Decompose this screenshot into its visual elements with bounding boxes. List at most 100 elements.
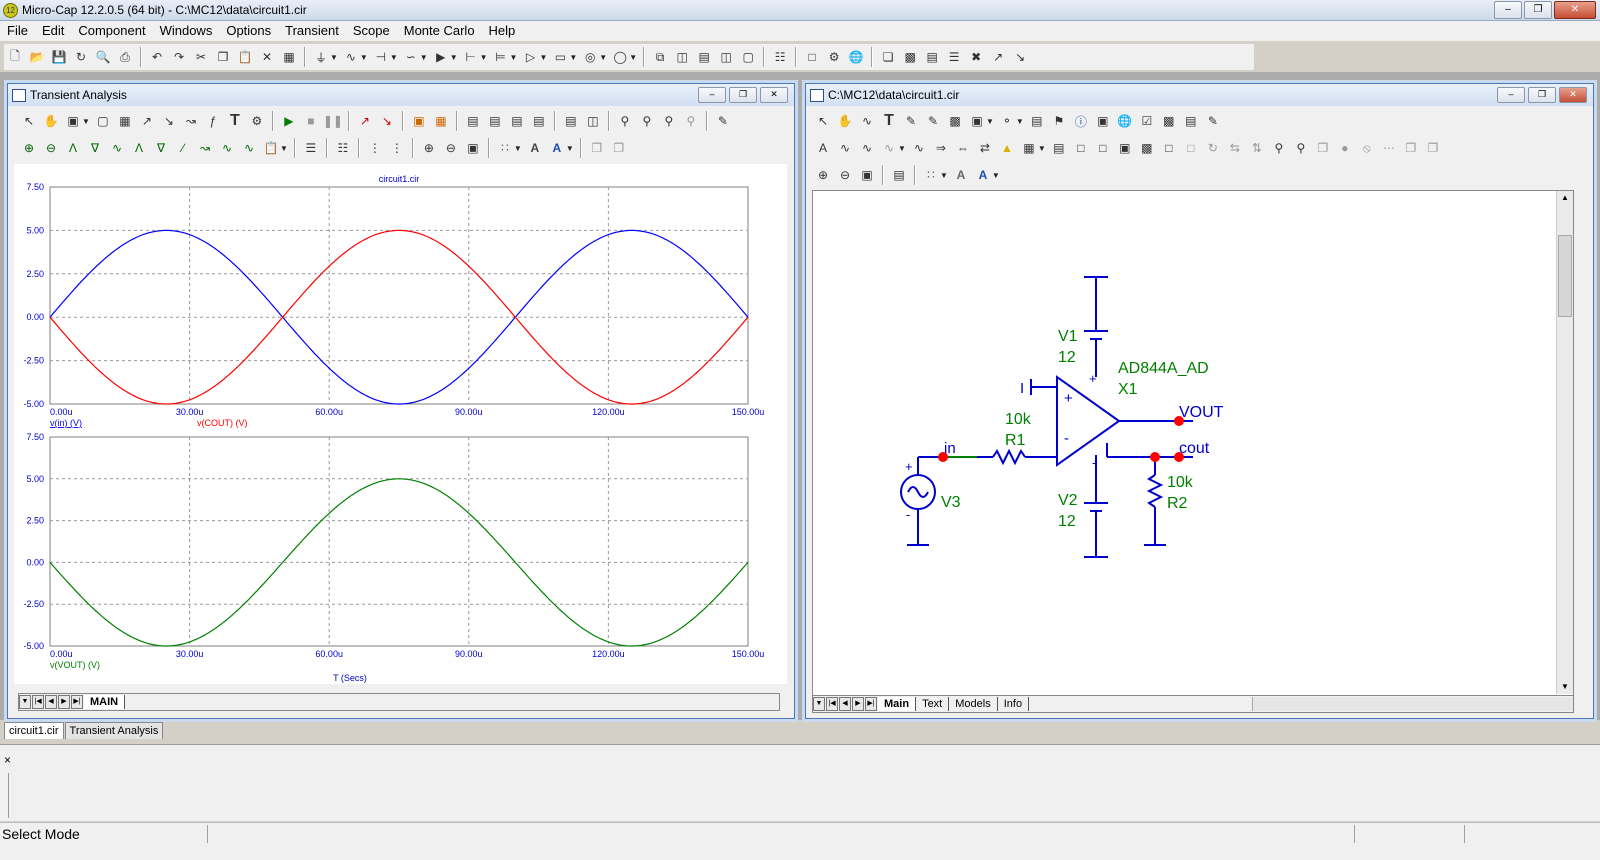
print-preview-icon[interactable]: 🔍	[94, 48, 112, 66]
capacitor-icon[interactable]: ⊣	[372, 48, 390, 66]
warning-icon[interactable]: ▲	[998, 139, 1016, 157]
pause-icon[interactable]: ❚❚	[323, 112, 343, 130]
transient-restore-button[interactable]: ❐	[729, 87, 757, 103]
ground-icon[interactable]: ⏚	[312, 48, 330, 66]
grid-dots-icon[interactable]: ∷	[922, 166, 940, 184]
globe-icon[interactable]: 🌐	[1116, 112, 1134, 130]
source-icon[interactable]: ◎	[581, 48, 599, 66]
data-points-icon[interactable]: ⋮	[366, 139, 384, 157]
tab-schematic-main[interactable]: Main	[878, 697, 917, 711]
component-icon[interactable]: ▩	[1160, 112, 1178, 130]
bus-icon[interactable]: ▩	[946, 112, 964, 130]
inflection-icon[interactable]: ∿	[108, 139, 126, 157]
font-color-icon[interactable]: A	[548, 139, 566, 157]
edit-icon[interactable]: ✎	[1204, 112, 1222, 130]
scroll-up-icon[interactable]: ▲	[1557, 191, 1573, 205]
properties-icon[interactable]: ☰	[945, 48, 963, 66]
dropdown-arrow-icon[interactable]: ▼	[390, 53, 398, 62]
mirror-icon[interactable]: ⇆	[1226, 139, 1244, 157]
menu-help[interactable]: Help	[482, 21, 523, 41]
menu-transient[interactable]: Transient	[278, 21, 346, 41]
condition-icon[interactable]: ⇒	[932, 139, 950, 157]
dropdown-arrow-icon[interactable]: ▼	[940, 171, 948, 180]
pan-hand-icon[interactable]: ✋	[836, 112, 854, 130]
r2-resistor-symbol[interactable]	[1146, 474, 1164, 508]
edit-icon[interactable]: ✎	[714, 112, 732, 130]
pages-icon[interactable]: □	[1094, 139, 1112, 157]
pin-markers-icon[interactable]: ⇄	[976, 139, 994, 157]
scroll-thumb[interactable]	[1558, 235, 1572, 317]
output-content[interactable]	[8, 773, 1599, 818]
copy-icon[interactable]: ❐	[214, 48, 232, 66]
copy-plot-icon[interactable]: ❐	[588, 139, 606, 157]
zoom-out-icon[interactable]: ⊖	[442, 139, 460, 157]
schematic-window-titlebar[interactable]: C:\MC12\data\circuit1.cir – ❐ ✕	[806, 84, 1593, 106]
open-file-icon[interactable]: 📂	[28, 48, 46, 66]
schematic-diagram[interactable]: + - + - + - I in VOUT cout V1 12 AD844A_…	[813, 191, 1553, 696]
node-r2-dot[interactable]	[1150, 452, 1160, 462]
peak-icon[interactable]: ⊕	[20, 139, 38, 157]
npn-transistor-icon[interactable]: ⊢	[462, 48, 480, 66]
library-icon[interactable]: ▤	[1182, 112, 1200, 130]
delete-icon[interactable]: ✕	[258, 48, 276, 66]
save-all-icon[interactable]: ↻	[72, 48, 90, 66]
pin-connect-icon[interactable]: ⇔	[954, 139, 972, 157]
tile-horizontal-icon[interactable]: ▤	[695, 48, 713, 66]
paste-plot-icon[interactable]: ❐	[1424, 139, 1442, 157]
grid-icon[interactable]: ▦	[1020, 139, 1038, 157]
dropdown-arrow-icon[interactable]: ▼	[450, 53, 458, 62]
zoom-in-icon[interactable]: ⊕	[814, 166, 832, 184]
menu-scope[interactable]: Scope	[346, 21, 397, 41]
cursor-left-icon[interactable]: ↗	[356, 112, 374, 130]
power-icon[interactable]: ∿	[910, 139, 928, 157]
scale-icon[interactable]: ▣	[64, 112, 82, 130]
cursor-right-icon[interactable]: ↘	[378, 112, 396, 130]
numeric-output-icon[interactable]: ☰	[302, 139, 320, 157]
page-break-icon[interactable]: ▤	[1050, 139, 1068, 157]
layout-2-icon[interactable]: ▦	[432, 112, 450, 130]
node-cout-label[interactable]: cout	[1179, 440, 1210, 457]
dropdown-arrow-icon[interactable]: ▼	[898, 144, 906, 153]
node-numbers-icon[interactable]: ∿	[836, 139, 854, 157]
scroll-down-icon[interactable]: ▼	[1557, 680, 1573, 694]
dropdown-arrow-icon[interactable]: ▼	[330, 53, 338, 62]
view-4-icon[interactable]: ▤	[530, 112, 548, 130]
dropdown-arrow-icon[interactable]: ▼	[569, 53, 577, 62]
find-prev-icon[interactable]: ⚲	[660, 112, 678, 130]
select-all-icon[interactable]: ▦	[280, 48, 298, 66]
clipboard-icon[interactable]: 📋	[262, 139, 280, 157]
scroll-down-icon[interactable]: ▼	[813, 697, 825, 711]
print-icon[interactable]: ⎙	[116, 48, 134, 66]
paste-icon[interactable]: 📋	[236, 48, 254, 66]
blank-icon[interactable]: □	[1182, 139, 1200, 157]
font-icon[interactable]: A	[952, 166, 970, 184]
tab-schematic-info[interactable]: Info	[998, 697, 1030, 711]
menu-monte-carlo[interactable]: Monte Carlo	[397, 21, 482, 41]
menu-windows[interactable]: Windows	[153, 21, 220, 41]
undo-icon[interactable]: ↶	[148, 48, 166, 66]
rotate-icon[interactable]: ↻	[1204, 139, 1222, 157]
node-voltage-icon[interactable]: ∿	[858, 139, 876, 157]
shape-icon[interactable]: ▣	[968, 112, 986, 130]
opamp-icon[interactable]: ▷	[521, 48, 539, 66]
transient-window-titlebar[interactable]: Transient Analysis – ❐ ✕	[8, 84, 794, 106]
cut-icon[interactable]: ✂	[192, 48, 210, 66]
dropdown-arrow-icon[interactable]: ▼	[539, 53, 547, 62]
r1-resistor-symbol[interactable]	[992, 448, 1026, 466]
menu-edit[interactable]: Edit	[35, 21, 71, 41]
view-1-icon[interactable]: ▤	[464, 112, 482, 130]
horizontal-split-icon[interactable]: ▤	[562, 112, 580, 130]
high-icon[interactable]: Λ	[64, 139, 82, 157]
find-disabled-icon[interactable]: ⚲	[682, 112, 700, 130]
dropdown-arrow-icon[interactable]: ▼	[510, 53, 518, 62]
close-button[interactable]: ✕	[1554, 1, 1596, 19]
transient-plot[interactable]: 7.50 5.00 2.50 0.00 -2.50 -5.00 0.00u 30.00u 60.…	[14, 164, 787, 684]
subckt-icon[interactable]: ▭	[551, 48, 569, 66]
dropdown-arrow-icon[interactable]: ▼	[566, 144, 574, 153]
probe-icon[interactable]: ↘	[1011, 48, 1029, 66]
view-3-icon[interactable]: ▤	[508, 112, 526, 130]
schematic-minimize-button[interactable]: –	[1497, 87, 1525, 103]
first-page-icon[interactable]: |◀	[32, 695, 44, 709]
dropdown-arrow-icon[interactable]: ▼	[1038, 144, 1046, 153]
zoom-out-icon[interactable]: ⊖	[836, 166, 854, 184]
